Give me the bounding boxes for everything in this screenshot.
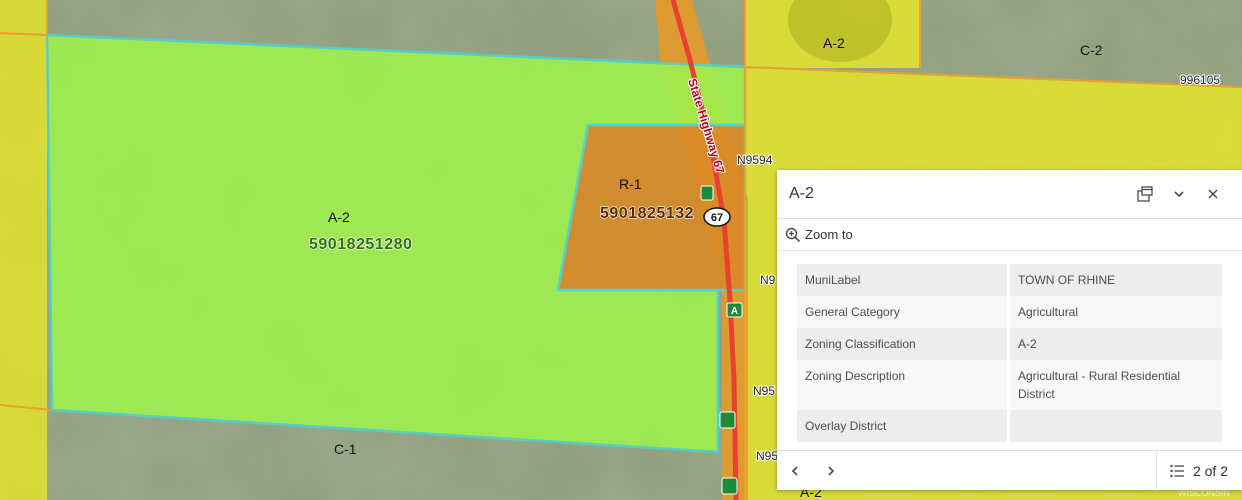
chevron-right-icon <box>828 465 835 476</box>
attribute-value: Agricultural - Rural Residential Distric… <box>1008 360 1222 410</box>
attribute-key: Zoning Description <box>797 360 1010 410</box>
close-button[interactable] <box>1196 177 1230 211</box>
chevron-left-icon <box>791 465 798 476</box>
collapse-button[interactable] <box>1162 177 1196 211</box>
attribute-key: MuniLabel <box>797 264 1010 296</box>
attribute-table: MuniLabel TOWN OF RHINE General Category… <box>797 264 1222 442</box>
road-marker-small <box>721 477 738 495</box>
dock-icon <box>1137 186 1153 202</box>
zone-label: C-2 <box>1080 42 1103 58</box>
popup-footer: 2 of 2 <box>777 450 1242 491</box>
road-label: N95 <box>756 449 778 463</box>
feature-popup[interactable]: A-2 Zoom to MuniLabel TOWN OF RHINE Gene… <box>777 170 1242 491</box>
attribute-value: A-2 <box>1008 328 1222 360</box>
road-label: N9594 <box>737 153 773 167</box>
zone-label: C-1 <box>334 441 357 457</box>
table-row: General Category Agricultural <box>797 296 1222 328</box>
attribute-value <box>1008 410 1222 442</box>
zoom-to-button[interactable]: Zoom to <box>785 227 853 243</box>
previous-feature-button[interactable] <box>777 451 813 491</box>
zone-label: A-2 <box>328 209 350 225</box>
svg-text:67: 67 <box>711 212 723 224</box>
road-marker-small <box>719 411 736 429</box>
parcel-number: 5901825132 <box>600 205 694 222</box>
zone-label: A-2 <box>823 35 845 51</box>
road-marker: A <box>726 302 743 318</box>
table-row: Zoning Description Agricultural - Rural … <box>797 360 1222 410</box>
parcel-number-partial: 996105 <box>1180 73 1220 87</box>
zone-label: R-1 <box>619 176 642 192</box>
feature-menu-button[interactable]: 2 of 2 <box>1155 450 1242 491</box>
attribute-value: Agricultural <box>1008 296 1222 328</box>
zone-yellow-left <box>0 0 47 500</box>
zoom-to-label: Zoom to <box>805 227 853 242</box>
attribute-key: General Category <box>797 296 1010 328</box>
highway-shield[interactable]: 67 <box>703 207 731 227</box>
road-label: N9 <box>760 273 776 287</box>
parcel-number: 59018251280 <box>309 236 412 253</box>
attribute-section: MuniLabel TOWN OF RHINE General Category… <box>777 251 1242 442</box>
popup-actions: Zoom to <box>777 219 1242 251</box>
road-marker-small <box>700 185 714 201</box>
svg-text:A: A <box>731 306 738 317</box>
attribute-value: TOWN OF RHINE <box>1008 264 1222 296</box>
popup-header: A-2 <box>777 170 1242 219</box>
table-row: Zoning Classification A-2 <box>797 328 1222 360</box>
close-icon <box>1208 189 1218 199</box>
zoom-in-icon <box>785 227 801 242</box>
table-row: MuniLabel TOWN OF RHINE <box>797 264 1222 296</box>
dock-button[interactable] <box>1128 177 1162 211</box>
table-row: Overlay District <box>797 410 1222 442</box>
list-icon <box>1170 464 1184 477</box>
next-feature-button[interactable] <box>813 451 849 491</box>
attribute-key: Zoning Classification <box>797 328 1010 360</box>
road-label: N95 <box>753 384 775 398</box>
chevron-down-icon <box>1174 191 1184 198</box>
feature-count-label: 2 of 2 <box>1192 462 1228 479</box>
popup-title: A-2 <box>789 185 814 202</box>
attribute-key: Overlay District <box>797 410 1010 442</box>
